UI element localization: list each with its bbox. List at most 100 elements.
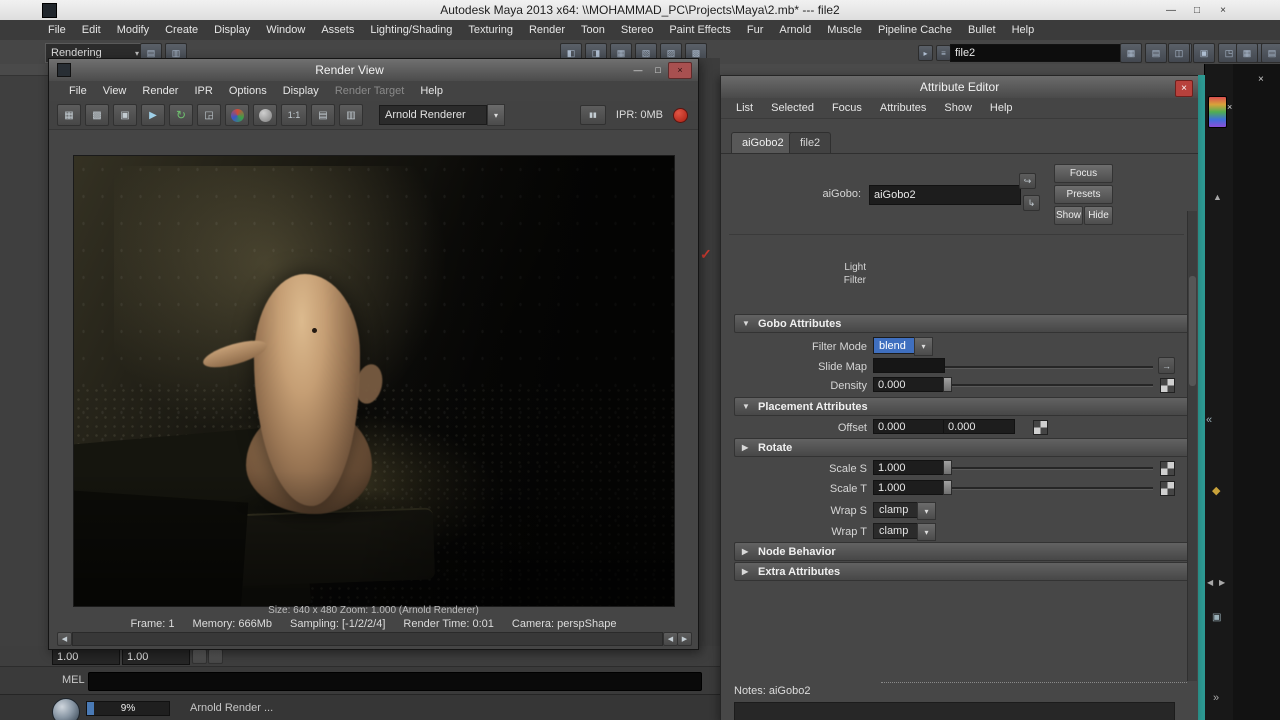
paint-bucket-icon[interactable]: ◆ xyxy=(1212,484,1220,497)
menu-item[interactable]: Modify xyxy=(109,24,157,36)
section-node-behavior[interactable]: ▶ Node Behavior xyxy=(734,542,1189,561)
filter-mode-value[interactable]: blend xyxy=(873,337,916,354)
menu-item[interactable]: Arnold xyxy=(771,24,819,36)
panel-divider-strip[interactable] xyxy=(1197,75,1205,720)
scale-t-slider-handle[interactable] xyxy=(943,480,952,495)
ipr-render-icon[interactable]: ▶ xyxy=(141,104,165,126)
record-button[interactable] xyxy=(673,107,688,123)
refresh-ipr-icon[interactable]: ↻ xyxy=(169,104,193,126)
scale-s-slider[interactable] xyxy=(952,467,1153,470)
presets-button[interactable]: Presets xyxy=(1054,185,1113,204)
alpha-channel-icon[interactable] xyxy=(253,104,277,126)
shelf-palette-icon[interactable] xyxy=(1208,96,1227,128)
menu-view[interactable]: View xyxy=(95,85,135,97)
tab-aigobo2[interactable]: aiGobo2 xyxy=(731,132,795,153)
menu-item[interactable]: Create xyxy=(157,24,206,36)
menu-item[interactable]: Muscle xyxy=(819,24,870,36)
focus-out-icon[interactable]: ↳ xyxy=(1023,195,1040,211)
render-canvas[interactable] xyxy=(73,155,675,607)
scroll-right-button[interactable]: ▶ xyxy=(677,632,692,646)
render-region-icon[interactable]: ◲ xyxy=(197,104,221,126)
toolbar-icon[interactable]: ◫ xyxy=(1168,43,1190,63)
notes-text-area[interactable] xyxy=(734,702,1175,720)
offset-u-field[interactable]: 0.000 xyxy=(873,419,945,434)
close-window-button[interactable]: × xyxy=(1210,2,1236,18)
wrap-s-value[interactable]: clamp xyxy=(873,502,919,518)
toolbar-icon[interactable]: ▤ xyxy=(1145,43,1167,63)
menu-ipr[interactable]: IPR xyxy=(186,85,220,97)
scale-t-slider[interactable] xyxy=(952,487,1153,490)
renderer-dropdown[interactable]: Arnold Renderer ▾ xyxy=(379,104,505,126)
collapse-panel-icon[interactable]: « xyxy=(1206,414,1212,426)
close-tab-icon[interactable]: × xyxy=(1227,102,1232,112)
menu-item[interactable]: Show xyxy=(935,102,981,114)
menu-item[interactable]: Bullet xyxy=(960,24,1004,36)
minimize-window-button[interactable]: — xyxy=(1158,2,1184,18)
menu-item[interactable]: Toon xyxy=(573,24,613,36)
close-button[interactable]: × xyxy=(668,61,692,79)
scale-s-slider-handle[interactable] xyxy=(943,460,952,475)
scale-s-field[interactable]: 1.000 xyxy=(873,460,945,475)
menu-item[interactable]: Window xyxy=(258,24,313,36)
menu-file[interactable]: File xyxy=(61,85,95,97)
density-slider-handle[interactable] xyxy=(943,377,952,392)
menu-help[interactable]: Help xyxy=(412,85,451,97)
playback-start-field[interactable]: 1.00 xyxy=(52,649,120,665)
redo-previous-render-icon[interactable]: ▩ xyxy=(85,104,109,126)
expand-panel-icon[interactable]: » xyxy=(1213,692,1219,704)
menu-item[interactable]: Texturing xyxy=(460,24,521,36)
animation-start-field[interactable]: 1.00 xyxy=(122,649,190,665)
show-button[interactable]: Show xyxy=(1054,206,1083,225)
keep-image-icon[interactable]: ▤ xyxy=(311,104,335,126)
density-field[interactable]: 0.000 xyxy=(873,377,945,392)
nav-left-icon[interactable]: ◀ xyxy=(1207,578,1213,587)
toolbar-icon[interactable]: ≡ xyxy=(936,45,951,61)
horizontal-scrollbar[interactable] xyxy=(72,632,663,646)
menu-item[interactable]: List xyxy=(727,102,762,114)
command-line-label[interactable]: MEL xyxy=(62,674,85,686)
one-to-one-icon[interactable]: 1:1 xyxy=(281,104,307,126)
node-name-field[interactable]: aiGobo2 xyxy=(869,185,1021,205)
section-rotate[interactable]: ▶ Rotate xyxy=(734,438,1189,457)
scrollbar-thumb[interactable] xyxy=(1189,276,1196,386)
attribute-editor-titlebar[interactable]: Attribute Editor × xyxy=(721,76,1198,99)
toolbar-icon[interactable]: ▦ xyxy=(1120,43,1142,63)
render-current-frame-icon[interactable]: ▦ xyxy=(57,104,81,126)
scale-t-field[interactable]: 1.000 xyxy=(873,480,945,495)
minimize-button[interactable]: — xyxy=(628,63,648,78)
section-gobo-attributes[interactable]: ▼ Gobo Attributes xyxy=(734,314,1189,333)
focus-in-icon[interactable]: ↪ xyxy=(1019,173,1036,189)
menu-item[interactable]: Help xyxy=(981,102,1022,114)
menu-item[interactable]: Fur xyxy=(739,24,772,36)
close-attribute-editor-button[interactable]: × xyxy=(1175,80,1193,97)
wrap-s-dropdown-button[interactable]: ▾ xyxy=(917,502,936,520)
density-map-button[interactable] xyxy=(1160,378,1175,393)
close-panel-icon[interactable]: × xyxy=(1258,74,1264,85)
section-extra-attributes[interactable]: ▶ Extra Attributes xyxy=(734,562,1189,581)
hide-button[interactable]: Hide xyxy=(1084,206,1113,225)
scale-s-map-button[interactable] xyxy=(1160,461,1175,476)
attribute-editor-scrollbar[interactable] xyxy=(1187,211,1197,681)
toolbar-icon[interactable]: ▤ xyxy=(1261,43,1280,63)
menu-item[interactable]: Display xyxy=(206,24,258,36)
toolbar-icon[interactable]: ▦ xyxy=(1236,43,1258,63)
remove-image-icon[interactable]: ▥ xyxy=(339,104,363,126)
wrap-t-value[interactable]: clamp xyxy=(873,523,919,539)
menu-item[interactable]: Attributes xyxy=(871,102,935,114)
menu-render[interactable]: Render xyxy=(134,85,186,97)
toolbar-icon[interactable]: ▣ xyxy=(1193,43,1215,63)
scale-t-map-button[interactable] xyxy=(1160,481,1175,496)
menu-item[interactable]: Focus xyxy=(823,102,871,114)
scroll-up-icon[interactable]: ▲ xyxy=(1213,192,1222,202)
rgb-channels-icon[interactable] xyxy=(225,104,249,126)
render-view-titlebar[interactable]: Render View — □ × xyxy=(49,59,698,82)
menu-item[interactable]: Assets xyxy=(313,24,362,36)
range-slider-icon[interactable] xyxy=(192,649,207,664)
menu-options[interactable]: Options xyxy=(221,85,275,97)
offset-v-field[interactable]: 0.000 xyxy=(943,419,1015,434)
menu-item[interactable]: Stereo xyxy=(613,24,661,36)
menu-item[interactable]: Pipeline Cache xyxy=(870,24,960,36)
maximize-button[interactable]: □ xyxy=(648,63,668,78)
menu-item[interactable]: Lighting/Shading xyxy=(362,24,460,36)
command-line-input[interactable] xyxy=(88,672,702,691)
